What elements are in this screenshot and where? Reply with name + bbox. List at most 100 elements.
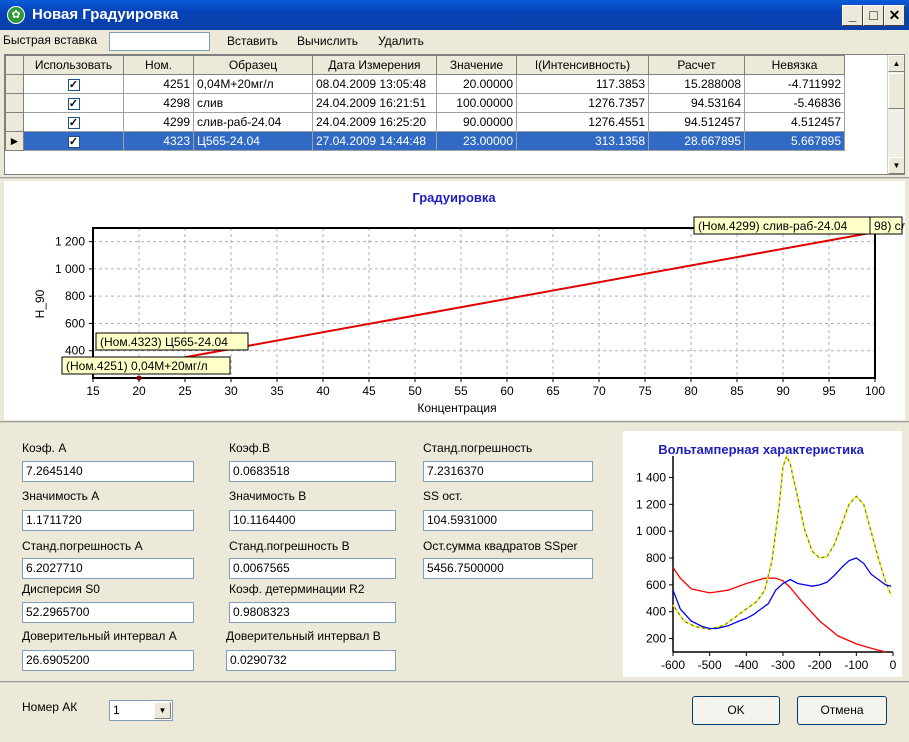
- column-header[interactable]: Образец: [193, 55, 313, 75]
- std-err-field[interactable]: 7.2316370: [423, 461, 593, 482]
- std-err-a-field[interactable]: 6.2027710: [22, 558, 194, 579]
- coef-a-field[interactable]: 7.2645140: [22, 461, 194, 482]
- insert-button[interactable]: Вставить: [227, 34, 278, 48]
- num-cell[interactable]: 4298: [123, 93, 194, 113]
- x-tick-label: 100: [865, 384, 885, 398]
- x-tick-label: 65: [546, 384, 560, 398]
- use-checkbox-cell[interactable]: ✓: [23, 74, 124, 94]
- coef-b-field[interactable]: 0.0683518: [229, 461, 396, 482]
- value-cell[interactable]: 20.00000: [436, 74, 517, 94]
- ok-button[interactable]: OK: [692, 696, 780, 725]
- x-tick-label: 15: [86, 384, 100, 398]
- intensity-cell[interactable]: 1276.7357: [516, 93, 649, 113]
- calc-cell[interactable]: 94.53164: [648, 93, 745, 113]
- cancel-button[interactable]: Отмена: [797, 696, 887, 725]
- ak-number-select[interactable]: 1 ▼: [109, 700, 173, 721]
- sig-a-field[interactable]: 1.1711720: [22, 510, 194, 531]
- residual-cell[interactable]: 5.667895: [744, 131, 845, 151]
- date-cell[interactable]: 24.04.2009 16:21:51: [312, 93, 437, 113]
- point-annotation: (Ном.4323) Ц565-24.04: [100, 335, 228, 349]
- y-tick-label: 800: [646, 551, 666, 565]
- sig-a-label: Значимость А: [22, 489, 100, 503]
- delete-button[interactable]: Удалить: [378, 34, 424, 48]
- use-checkbox-cell[interactable]: ✓: [23, 112, 124, 132]
- current-row-indicator[interactable]: ►: [5, 131, 24, 151]
- chevron-down-icon[interactable]: ▼: [154, 702, 171, 719]
- sample-cell[interactable]: слив: [193, 93, 313, 113]
- calc-cell[interactable]: 94.512457: [648, 112, 745, 132]
- table-row[interactable]: ✓ 4299 слив-раб-24.04 24.04.2009 16:25:2…: [5, 112, 845, 132]
- table-row[interactable]: ✓ 4251 0,04М+20мг/л 08.04.2009 13:05:48 …: [5, 74, 845, 94]
- coef-b-label: Коэф.В: [229, 441, 270, 455]
- dispersion-label: Дисперсия S0: [22, 582, 100, 596]
- row-indicator-header: [5, 55, 24, 75]
- std-err-b-field[interactable]: 0.0067565: [229, 558, 396, 579]
- intensity-cell[interactable]: 117.3853: [516, 74, 649, 94]
- ci-b-field[interactable]: 0.0290732: [226, 650, 396, 671]
- num-cell[interactable]: 4251: [123, 74, 194, 94]
- use-checkbox[interactable]: ✓: [67, 116, 80, 129]
- column-header[interactable]: Ном.: [123, 55, 194, 75]
- use-checkbox[interactable]: ✓: [67, 97, 80, 110]
- value-cell[interactable]: 100.00000: [436, 93, 517, 113]
- x-tick-label: 20: [132, 384, 146, 398]
- use-checkbox[interactable]: ✓: [67, 135, 80, 148]
- column-header[interactable]: Невязка: [744, 55, 845, 75]
- scroll-down-arrow-icon[interactable]: ▼: [888, 157, 904, 174]
- column-header[interactable]: Расчет: [648, 55, 745, 75]
- column-header[interactable]: Дата Измерения: [312, 55, 437, 75]
- calc-cell[interactable]: 15.288008: [648, 74, 745, 94]
- value-cell[interactable]: 23.00000: [436, 131, 517, 151]
- std-err-b-label: Станд.погрешность В: [229, 539, 350, 553]
- x-tick-label: 30: [224, 384, 238, 398]
- ss-res-field[interactable]: 104.5931000: [423, 510, 593, 531]
- sample-cell[interactable]: слив-раб-24.04: [193, 112, 313, 132]
- ci-a-field[interactable]: 26.6905200: [22, 650, 194, 671]
- use-checkbox[interactable]: ✓: [67, 78, 80, 91]
- minimize-button[interactable]: _: [842, 5, 863, 26]
- date-cell[interactable]: 27.04.2009 14:44:48: [312, 131, 437, 151]
- grid-vertical-scrollbar[interactable]: ▲ ▼: [887, 55, 904, 174]
- sample-cell[interactable]: 0,04М+20мг/л: [193, 74, 313, 94]
- divider: [0, 421, 909, 423]
- quick-insert-input[interactable]: [109, 32, 210, 51]
- residual-cell[interactable]: -5.46836: [744, 93, 845, 113]
- dispersion-field[interactable]: 52.2965700: [22, 602, 194, 623]
- num-cell[interactable]: 4323: [123, 131, 194, 151]
- scroll-up-arrow-icon[interactable]: ▲: [888, 55, 904, 72]
- table-row[interactable]: ✓ 4298 слив 24.04.2009 16:21:51 100.0000…: [5, 93, 845, 113]
- r2-field[interactable]: 0.9808323: [229, 602, 396, 623]
- maximize-button[interactable]: □: [863, 5, 884, 26]
- calculate-button[interactable]: Вычислить: [297, 34, 358, 48]
- table-row-selected[interactable]: ► ✓ 4323 Ц565-24.04 27.04.2009 14:44:48 …: [5, 131, 845, 151]
- use-checkbox-cell[interactable]: ✓: [23, 131, 124, 151]
- row-indicator[interactable]: [5, 112, 24, 132]
- scroll-thumb[interactable]: [888, 73, 904, 109]
- row-indicator[interactable]: [5, 74, 24, 94]
- sig-b-field[interactable]: 10.1164400: [229, 510, 396, 531]
- value-cell[interactable]: 90.00000: [436, 112, 517, 132]
- x-tick-label: 95: [822, 384, 836, 398]
- num-cell[interactable]: 4299: [123, 112, 194, 132]
- intensity-cell[interactable]: 1276.4551: [516, 112, 649, 132]
- sample-cell[interactable]: Ц565-24.04: [193, 131, 313, 151]
- column-header[interactable]: I(Интенсивность): [516, 55, 649, 75]
- date-cell[interactable]: 08.04.2009 13:05:48: [312, 74, 437, 94]
- y-tick-label: 200: [646, 632, 666, 646]
- ci-a-label: Доверительный интервал А: [22, 629, 177, 643]
- calc-cell[interactable]: 28.667895: [648, 131, 745, 151]
- chart-marks: [672, 454, 892, 653]
- use-checkbox-cell[interactable]: ✓: [23, 93, 124, 113]
- y-tick-label: 600: [646, 578, 666, 592]
- residual-cell[interactable]: 4.512457: [744, 112, 845, 132]
- ss-per-field[interactable]: 5456.7500000: [423, 558, 593, 579]
- row-indicator[interactable]: [5, 93, 24, 113]
- calibration-chart-panel: Градуировка 15 20 25 30 35 40 45 50 55 60 65 70 75 80…: [4, 181, 908, 420]
- residual-cell[interactable]: -4.711992: [744, 74, 845, 94]
- intensity-cell[interactable]: 313.1358: [516, 131, 649, 151]
- column-header[interactable]: Использовать: [23, 55, 124, 75]
- close-button[interactable]: ✕: [884, 5, 905, 26]
- column-header[interactable]: Значение: [436, 55, 517, 75]
- date-cell[interactable]: 24.04.2009 16:25:20: [312, 112, 437, 132]
- y-tick-label: 1 000: [636, 524, 666, 538]
